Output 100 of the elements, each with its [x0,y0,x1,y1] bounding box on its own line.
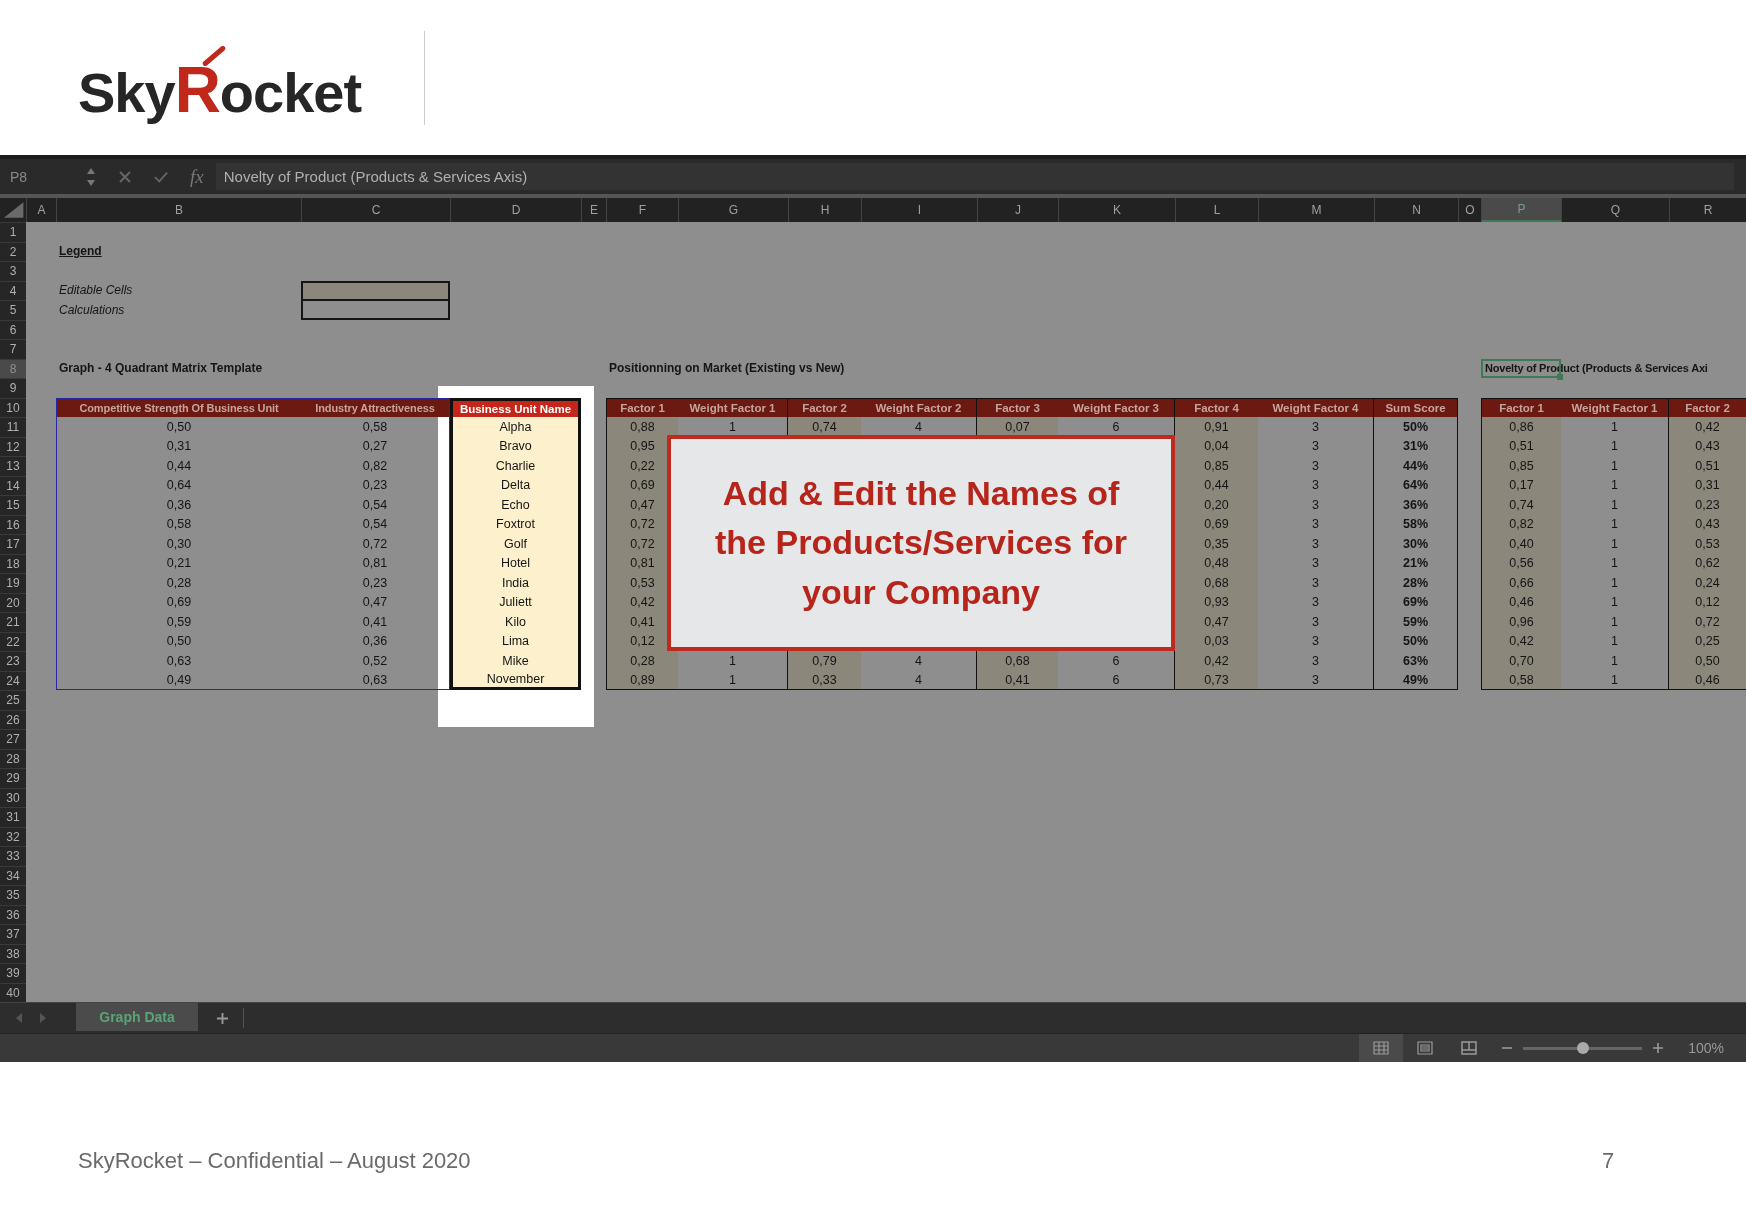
row-header[interactable]: 21 [0,612,26,632]
row-header[interactable]: 10 [0,397,26,417]
table-cell[interactable]: India [453,573,578,593]
column-header[interactable]: L [1175,198,1258,222]
row-header[interactable]: 17 [0,534,26,554]
row-header[interactable]: 7 [0,339,26,359]
table-cell-text: 28% [1402,574,1429,592]
table-cell: 0,12 [1669,592,1746,612]
table-cell-text: 0,63 [361,671,389,689]
row-header[interactable]: 12 [0,436,26,456]
row-header[interactable]: 9 [0,378,26,398]
row-header[interactable]: 16 [0,514,26,534]
row-header[interactable]: 3 [0,261,26,281]
column-header[interactable]: F [606,198,678,222]
row-header[interactable]: 27 [0,729,26,749]
select-all-icon[interactable] [0,198,26,222]
column-header[interactable]: D [450,198,581,222]
table-cell[interactable]: Hotel [453,553,578,573]
row-header[interactable]: 6 [0,319,26,339]
column-header[interactable]: O [1458,198,1481,222]
row-header[interactable]: 25 [0,690,26,710]
table-cell: 0,46 [1482,592,1561,612]
table-cell-text: 44% [1402,457,1429,475]
table-cell[interactable]: November [453,670,578,687]
spinner-icon[interactable] [86,166,96,187]
cancel-icon[interactable] [118,169,132,184]
row-header[interactable]: 23 [0,651,26,671]
row-header[interactable]: 35 [0,885,26,905]
previous-sheet-icon[interactable] [14,1012,24,1024]
row-header[interactable]: 32 [0,826,26,846]
table-cell-text: 0,64 [165,477,193,495]
add-sheet-icon[interactable] [216,1011,229,1025]
table-cell: 0,17 [1482,475,1561,495]
row-header[interactable]: 37 [0,924,26,944]
row-header[interactable]: 5 [0,300,26,320]
table-cell[interactable]: Echo [453,495,578,515]
row-header[interactable]: 33 [0,846,26,866]
table-cell[interactable]: Juliett [453,592,578,612]
normal-view-icon[interactable] [1359,1034,1404,1062]
row-header[interactable]: 28 [0,748,26,768]
table-cell[interactable]: Delta [453,475,578,495]
column-heading: Factor 1 [607,398,678,417]
table-cell[interactable]: Lima [453,631,578,651]
column-header[interactable]: C [301,198,450,222]
row-header[interactable]: 2 [0,241,26,261]
row-header[interactable]: 26 [0,709,26,729]
table-cell: 0,51 [1482,436,1561,456]
column-header[interactable]: B [56,198,301,222]
row-header[interactable]: 40 [0,982,26,1002]
next-sheet-icon[interactable] [38,1012,48,1024]
row-header[interactable]: 34 [0,865,26,885]
row-header[interactable]: 1 [0,222,26,242]
table-cell-text: 0,50 [165,418,193,436]
row-header[interactable]: 13 [0,456,26,476]
row-header[interactable]: 31 [0,807,26,827]
column-header[interactable]: E [581,198,606,222]
table-cell-text: 0,30 [165,535,193,553]
table-cell[interactable]: Foxtrot [453,514,578,534]
row-header[interactable]: 14 [0,475,26,495]
table-cell-text: 0,44 [165,457,193,475]
table-cell-text: 0,54 [361,496,389,514]
row-header[interactable]: 11 [0,417,26,437]
table-cell[interactable]: Alpha [453,417,578,437]
column-header[interactable]: R [1669,198,1746,222]
column-header[interactable]: A [26,198,56,222]
table-cell[interactable]: Charlie [453,456,578,476]
column-header[interactable]: J [977,198,1058,222]
column-header[interactable]: G [678,198,788,222]
row-header[interactable]: 36 [0,904,26,924]
column-header[interactable]: Q [1561,198,1669,222]
formula-field[interactable]: Novelty of Product (Products & Services Axis) [215,163,1734,190]
row-header[interactable]: 30 [0,787,26,807]
column-header[interactable]: N [1374,198,1458,222]
row-header[interactable]: 24 [0,670,26,690]
zoom-in-icon[interactable] [1652,1042,1665,1054]
name-box[interactable]: P8 [0,168,86,185]
row-header[interactable]: 38 [0,943,26,963]
row-header[interactable]: 18 [0,553,26,573]
table-cell[interactable]: Bravo [453,436,578,456]
table-cell-text: 0,54 [361,516,389,534]
row-header[interactable]: 22 [0,631,26,651]
row-header[interactable]: 29 [0,768,26,788]
table-cell[interactable]: Golf [453,534,578,554]
row-header[interactable]: 20 [0,592,26,612]
row-header[interactable]: 4 [0,280,26,300]
table-cell-text: 0,82 [361,457,389,475]
check-icon[interactable] [154,169,168,184]
row-header[interactable]: 19 [0,573,26,593]
table-cell: 3 [1258,514,1374,534]
table-cell-text: 0,36 [361,633,389,651]
table-cell[interactable]: Kilo [453,612,578,632]
row-header[interactable]: 15 [0,495,26,515]
table-cell: 0,24 [1669,573,1746,593]
column-header[interactable]: H [788,198,861,222]
row-header[interactable]: 39 [0,963,26,983]
column-header[interactable]: M [1258,198,1374,222]
slider-thumb[interactable] [1576,1041,1589,1054]
column-header[interactable]: K [1058,198,1175,222]
column-header[interactable]: I [861,198,977,222]
table-cell[interactable]: Mike [453,651,578,671]
